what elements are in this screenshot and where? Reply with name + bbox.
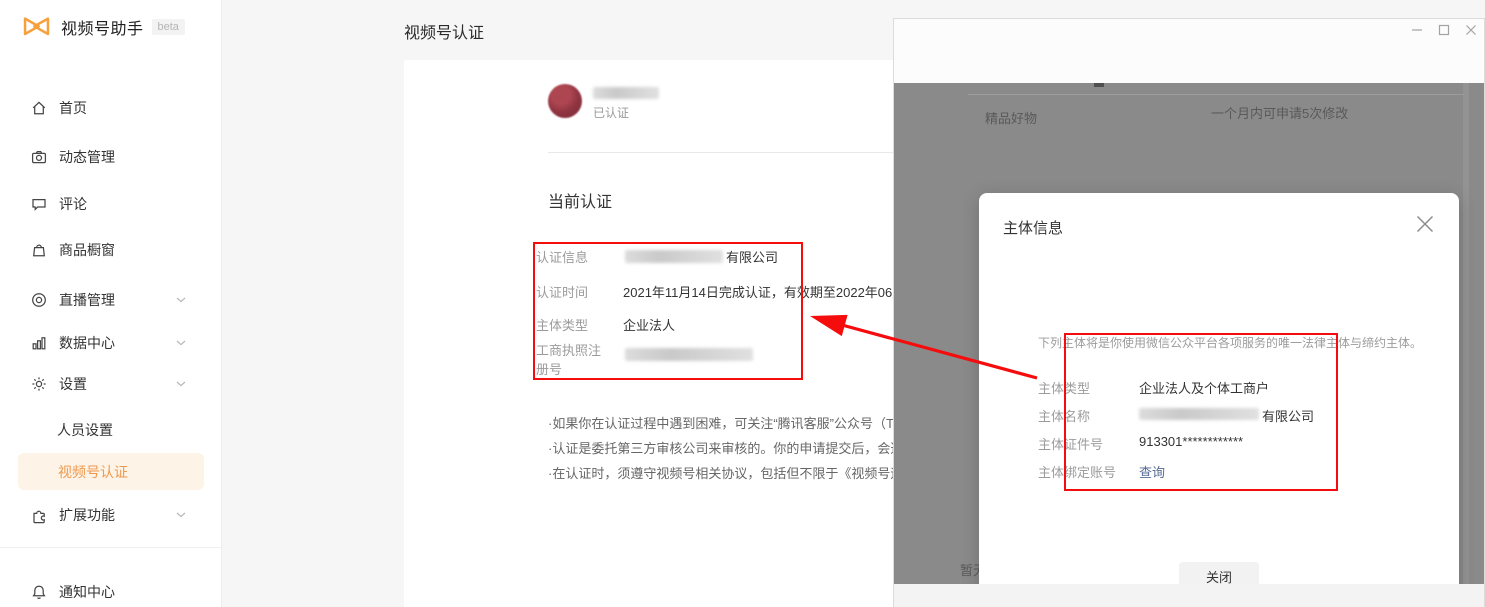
window-close-button[interactable]: [1464, 23, 1478, 37]
sidebar-item-data-center[interactable]: 数据中心: [30, 331, 115, 355]
field-value: 有限公司: [1262, 406, 1314, 425]
sidebar-item-feed-management[interactable]: 动态管理: [30, 145, 115, 169]
section-title: 当前认证: [548, 188, 612, 212]
dialog-close-button[interactable]: [1412, 211, 1438, 237]
close-icon: [1415, 214, 1435, 234]
close-icon: [1465, 24, 1477, 36]
field-value: 913301************: [1139, 434, 1243, 449]
subject-info-dialog: 主体信息 下列主体将是你使用微信公众平台各项服务的唯一法律主体与缔约主体。 主体…: [979, 193, 1459, 584]
sidebar-item-staff-settings[interactable]: 人员设置: [57, 418, 113, 442]
field-value: 企业法人: [623, 316, 675, 335]
chevron-down-icon: [176, 512, 186, 518]
app-logo: 视频号助手 beta: [20, 13, 185, 40]
bell-icon: [30, 583, 48, 601]
bar-chart-icon: [30, 334, 48, 352]
query-link[interactable]: 查询: [1139, 462, 1165, 481]
redacted-account-name: [593, 87, 659, 99]
dialog-title: 主体信息: [1003, 217, 1063, 238]
sidebar-item-label: 动态管理: [59, 147, 115, 167]
redacted-license-number: [625, 348, 753, 361]
puzzle-icon: [30, 506, 48, 524]
maximize-button[interactable]: [1437, 23, 1451, 37]
background-divider: [968, 94, 1464, 95]
sidebar-item-settings[interactable]: 设置: [30, 372, 87, 396]
sidebar-item-label: 商品橱窗: [59, 240, 115, 260]
redacted-company-name: [1139, 408, 1259, 420]
camera-icon: [30, 148, 48, 166]
field-label: 认证时间: [536, 283, 588, 302]
sidebar-item-label: 视频号认证: [58, 462, 128, 482]
sidebar-item-home[interactable]: 首页: [30, 96, 87, 120]
dimmed-backdrop: 精品好物 一个月内可申请5次修改 暂无 可将团队的相关公众号添加展示在小程序的资…: [894, 83, 1484, 584]
sidebar: 视频号助手 beta 首页 动态管理 评论 商品橱窗 直播管理 数据中心: [0, 0, 222, 607]
chevron-down-icon: [176, 381, 186, 387]
app-title: 视频号助手: [61, 15, 144, 39]
dialog-intro-text: 下列主体将是你使用微信公众平台各项服务的唯一法律主体与缔约主体。: [1038, 334, 1422, 351]
chevron-down-icon: [176, 340, 186, 346]
field-label: 工商执照注册号: [536, 341, 606, 379]
sidebar-item-label: 首页: [59, 98, 87, 118]
overlay-app-window: 精品好物 一个月内可申请5次修改 暂无 可将团队的相关公众号添加展示在小程序的资…: [893, 18, 1485, 607]
live-record-icon: [30, 291, 48, 309]
field-label: 主体类型: [536, 316, 588, 335]
field-label: 主体名称: [1038, 406, 1090, 425]
field-label: 主体类型: [1038, 378, 1090, 397]
sidebar-item-label: 设置: [59, 374, 87, 394]
sidebar-item-label: 数据中心: [59, 333, 115, 353]
screen: 视频号助手 beta 首页 动态管理 评论 商品橱窗 直播管理 数据中心: [0, 0, 1485, 607]
sidebar-item-label: 人员设置: [57, 420, 113, 440]
field-label: 主体绑定账号: [1038, 462, 1116, 481]
sidebar-item-label: 评论: [59, 194, 87, 214]
sidebar-item-label: 扩展功能: [59, 505, 115, 525]
field-label: 主体证件号: [1038, 434, 1103, 453]
close-dialog-button[interactable]: 关闭: [1179, 562, 1259, 584]
scrollbar: [1463, 83, 1469, 584]
chevron-down-icon: [176, 297, 186, 303]
field-value: 2021年11月14日完成认证，有效期至2022年06月11日: [623, 283, 932, 302]
shopping-bag-icon: [30, 241, 48, 259]
minimize-icon: [1411, 24, 1423, 36]
window-bottom-strip: [894, 584, 1484, 607]
background-marker: [1094, 83, 1104, 87]
sidebar-divider: [0, 547, 222, 548]
window-controls: [1410, 23, 1478, 37]
window-titlebar: [894, 19, 1484, 83]
comment-icon: [30, 195, 48, 213]
background-text: 一个月内可申请5次修改: [1211, 103, 1348, 122]
sidebar-item-extensions[interactable]: 扩展功能: [30, 503, 115, 527]
verified-status: 已认证: [593, 104, 629, 121]
field-value: 有限公司: [726, 248, 778, 267]
sidebar-item-label: 直播管理: [59, 290, 115, 310]
gear-icon: [30, 375, 48, 393]
page-title: 视频号认证: [404, 19, 484, 43]
footnote: ·如果你在认证过程中遇到困难，可关注“腾讯客服”公众号（Tencent_: [548, 413, 939, 432]
sidebar-item-live-management[interactable]: 直播管理: [30, 288, 115, 312]
background-text: 精品好物: [985, 108, 1037, 127]
sidebar-item-comments[interactable]: 评论: [30, 192, 87, 216]
sidebar-item-label: 通知中心: [59, 582, 115, 602]
avatar: [548, 84, 582, 118]
field-label: 认证信息: [536, 248, 588, 267]
sidebar-item-notification-center[interactable]: 通知中心: [30, 580, 115, 604]
redacted-company-name: [625, 250, 723, 263]
channels-bowtie-icon: [20, 13, 53, 40]
home-icon: [30, 99, 48, 117]
sidebar-item-channel-verification[interactable]: 视频号认证: [18, 453, 204, 490]
sidebar-item-product-showcase[interactable]: 商品橱窗: [30, 238, 115, 262]
field-value: 企业法人及个体工商户: [1139, 378, 1269, 397]
beta-badge: beta: [152, 19, 185, 35]
maximize-icon: [1438, 24, 1450, 36]
minimize-button[interactable]: [1410, 23, 1424, 37]
